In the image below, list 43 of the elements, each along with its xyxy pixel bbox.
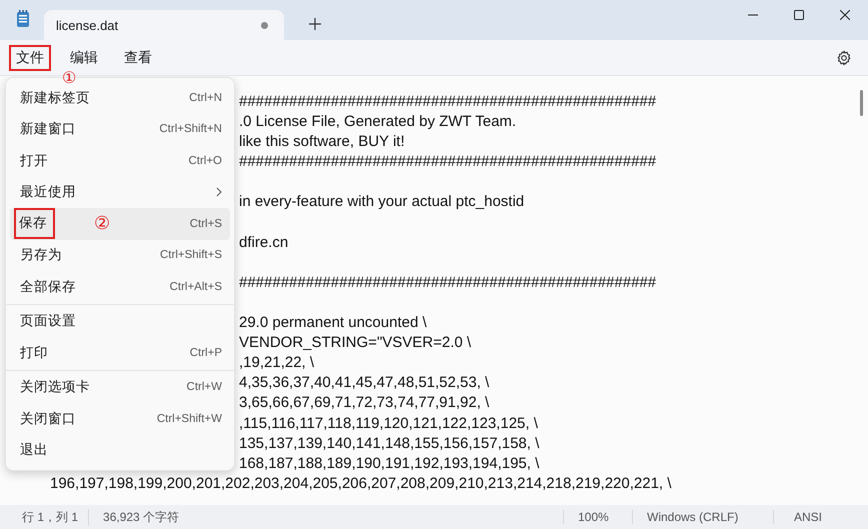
maximize-icon[interactable] [794,10,804,20]
menu-item[interactable]: 保存 ② Ctrl+S [10,208,230,240]
text-line: 29.0 permanent uncounted \ [239,314,427,332]
menu-item[interactable]: 退出 [10,434,230,466]
zoom-level: 100% [563,510,632,524]
text-line: 3,65,66,67,69,71,72,73,74,77,91,92, \ [239,394,490,412]
settings-icon[interactable] [836,50,852,66]
close-icon[interactable] [840,10,850,20]
text-line: ################################################## [239,153,656,170]
text-line: 135,137,139,140,141,148,155,156,157,158, \ [239,434,540,452]
new-tab-icon[interactable] [309,18,321,30]
menu-item[interactable]: 最近使用 [10,176,230,208]
character-count: 36,923 个字符 [88,508,194,526]
line-ending: Windows (CRLF) [632,510,773,524]
menu-bar-item[interactable]: 编辑 [63,44,105,70]
menu-item[interactable]: 打开 Ctrl+O [10,145,230,176]
menu-item[interactable]: 全部保存 Ctrl+Alt+S [10,271,230,302]
text-line: 4,35,36,37,40,41,45,47,48,51,52,53, \ [239,374,490,392]
text-line: 168,187,188,189,190,191,192,193,194,195, \ [239,454,540,472]
menu-item[interactable]: 新建窗口 Ctrl+Shift+N [10,114,230,145]
text-line: dfire.cn [239,234,288,251]
text-line: ################################################## [239,93,656,110]
notepad-icon [16,10,30,28]
text-line: in every-feature with your actual ptc_hostid [239,193,524,210]
scrollbar-thumb[interactable] [860,90,863,116]
step-number: ② [94,212,110,234]
text-line: like this software, BUY it! [239,133,405,150]
document-tab[interactable]: license.dat [44,10,284,40]
cursor-position: 行 1，列 1 [21,508,80,526]
menu-item[interactable]: 打印 Ctrl+P [10,337,230,368]
encoding: ANSI [773,510,868,524]
menu-item[interactable]: 关闭选项卡 Ctrl+W [10,372,230,403]
text-line: ,115,116,117,118,119,120,121,122,123,125, \ [239,414,538,432]
text-line: ,19,21,22, \ [239,354,314,372]
menu-bar-item[interactable]: 文件 [9,44,51,70]
menu-item[interactable]: 关闭窗口 Ctrl+Shift+W [10,403,230,434]
text-line: VENDOR_STRING="VSVER=2.0 \ [239,334,472,352]
text-line: 196,197,198,199,200,201,202,203,204,205,206,207,208,209,210,213,214,218,219,220,221, \ [50,474,672,492]
menu-item[interactable]: 另存为 Ctrl+Shift+S [10,240,230,271]
text-line: ################################################## [239,274,656,291]
menu-bar-item[interactable]: 查看 [117,44,159,70]
menu-item[interactable]: 页面设置 [10,306,230,337]
text-line: .0 License File, Generated by ZWT Team. [239,113,516,130]
